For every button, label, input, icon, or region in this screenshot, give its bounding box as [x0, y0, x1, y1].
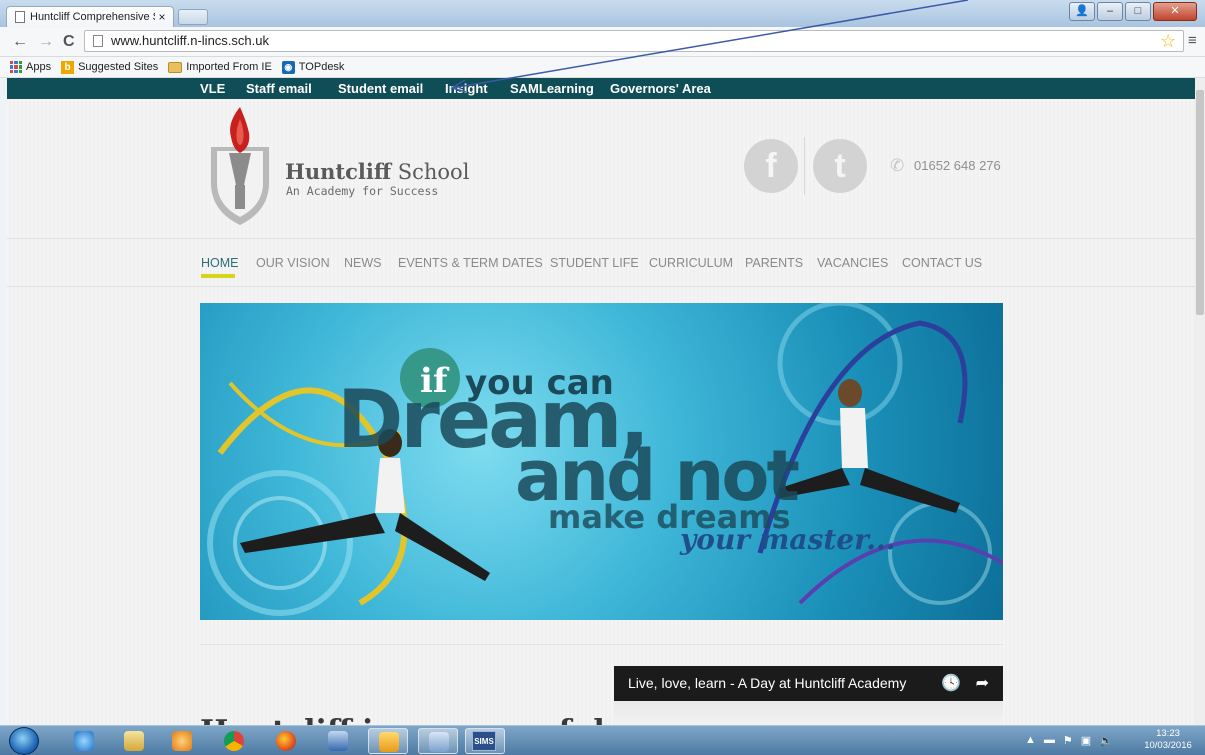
bookmark-suggested-sites[interactable]: b Suggested Sites	[61, 60, 159, 74]
bookmarks-bar: Apps b Suggested Sites Imported From IE …	[0, 57, 1205, 78]
nav-parents[interactable]: PARENTS	[745, 256, 803, 270]
action-center-icon[interactable]: ⚑	[1063, 734, 1073, 747]
bookmark-topdesk[interactable]: ◉ TOPdesk	[281, 60, 345, 74]
website-viewport: VLE Staff email Student email Insight SA…	[7, 78, 1195, 725]
hero-banner[interactable]: if you can Dream, and not make dreams yo…	[200, 303, 1003, 620]
file-explorer-icon[interactable]	[114, 728, 154, 754]
content-divider	[200, 644, 1003, 645]
quick-link-samlearning[interactable]: SAMLearning	[510, 81, 594, 96]
page-scrollbar[interactable]	[1195, 78, 1205, 725]
folder-icon	[168, 61, 183, 73]
tray-notification-icon[interactable]: ▬	[1044, 734, 1055, 747]
browser-title-bar: Huntcliff Comprehensive S × 👤 – □ ✕	[0, 0, 1205, 27]
address-bar[interactable]: www.huntcliff.n-lincs.sch.uk	[84, 30, 1184, 52]
twitter-icon[interactable]: t	[813, 139, 867, 193]
nav-news[interactable]: NEWS	[344, 256, 382, 270]
tray-expand-icon[interactable]: ▲	[1025, 734, 1036, 747]
window-controls: 👤 – □ ✕	[1069, 2, 1197, 21]
quick-link-student-email[interactable]: Student email	[338, 81, 423, 96]
video-title-bar[interactable]: Live, love, learn - A Day at Huntcliff A…	[614, 666, 1003, 701]
school-name[interactable]: Huntcliff School	[285, 159, 469, 184]
network-tray-icon[interactable]: ▣	[1081, 734, 1091, 747]
close-window-button[interactable]: ✕	[1153, 2, 1197, 21]
network-icon[interactable]	[318, 728, 358, 754]
banner-text-your-master: your master...	[680, 523, 896, 556]
quick-link-staff-email[interactable]: Staff email	[246, 81, 312, 96]
users-icon[interactable]	[418, 728, 458, 754]
welcome-heading: Huntcliff is a successful	[200, 714, 605, 725]
bookmark-label: Suggested Sites	[78, 61, 159, 73]
system-clock[interactable]: 13:23 10/03/2016	[1143, 728, 1193, 752]
apps-grid-icon	[10, 61, 22, 73]
minimize-button[interactable]: –	[1097, 2, 1123, 21]
video-player[interactable]	[614, 701, 1003, 725]
clock-date: 10/03/2016	[1144, 740, 1192, 751]
bing-icon: b	[61, 60, 75, 74]
quick-link-vle[interactable]: VLE	[200, 81, 225, 96]
volume-icon[interactable]: 🔈	[1099, 734, 1113, 747]
banner-slogan: if you can Dream, and not make dreams yo…	[200, 303, 1003, 620]
phone-icon: ✆	[890, 156, 905, 175]
bookmark-imported-from-ie[interactable]: Imported From IE	[168, 61, 272, 73]
phone-number[interactable]: 01652 648 276	[914, 158, 1001, 173]
facebook-icon[interactable]: f	[744, 139, 798, 193]
bookmark-label: TOPdesk	[298, 61, 345, 73]
forward-arrow-icon[interactable]: →	[38, 33, 54, 51]
watch-later-clock-icon[interactable]: 🕓	[941, 675, 961, 692]
nav-our-vision[interactable]: OUR VISION	[256, 256, 330, 270]
system-tray: ▲ ▬ ⚑ ▣ 🔈	[1025, 734, 1113, 747]
tab-close-icon[interactable]: ×	[155, 10, 169, 24]
page-icon	[93, 35, 103, 47]
bookmark-label: Imported From IE	[186, 61, 272, 73]
nav-curriculum[interactable]: CURRICULUM	[649, 256, 733, 270]
user-profile-button[interactable]: 👤	[1069, 2, 1095, 21]
active-nav-indicator	[201, 274, 235, 278]
browser-tab[interactable]: Huntcliff Comprehensive S ×	[6, 6, 174, 27]
nav-events-term-dates[interactable]: EVENTS & TERM DATES	[398, 256, 543, 270]
social-divider	[804, 137, 805, 195]
main-navigation: HOME OUR VISION NEWS EVENTS & TERM DATES…	[7, 238, 1195, 287]
nav-contact-us[interactable]: CONTACT US	[902, 256, 982, 270]
bookmark-star-icon[interactable]: ☆	[1160, 31, 1176, 52]
url-text: www.huntcliff.n-lincs.sch.uk	[111, 33, 269, 48]
media-player-icon[interactable]	[162, 728, 202, 754]
bookmark-apps[interactable]: Apps	[10, 61, 51, 73]
bookmark-label: Apps	[26, 61, 52, 73]
page-icon	[15, 11, 25, 23]
clock-time: 13:23	[1156, 728, 1180, 739]
nav-home[interactable]: HOME	[201, 256, 239, 270]
windows-taskbar: SIMS ▲ ▬ ⚑ ▣ 🔈 13:23 10/03/2016	[0, 725, 1205, 755]
nav-vacancies[interactable]: VACANCIES	[817, 256, 888, 270]
quick-links-bar: VLE Staff email Student email Insight SA…	[7, 78, 1195, 99]
nav-student-life[interactable]: STUDENT LIFE	[550, 256, 639, 270]
internet-explorer-icon[interactable]	[64, 728, 104, 754]
chrome-icon[interactable]	[214, 728, 254, 754]
address-toolbar: ← → C www.huntcliff.n-lincs.sch.uk ☆ ≡	[0, 27, 1205, 57]
back-arrow-icon[interactable]: ←	[12, 33, 28, 51]
sims-label: SIMS	[472, 731, 496, 751]
video-title: Live, love, learn - A Day at Huntcliff A…	[628, 675, 907, 691]
browser-menu-icon[interactable]: ≡	[1188, 32, 1197, 49]
quick-link-insight[interactable]: Insight	[445, 81, 488, 96]
site-header: Huntcliff School An Academy for Success …	[7, 99, 1195, 239]
maximize-button[interactable]: □	[1125, 2, 1151, 21]
outlook-icon[interactable]	[368, 728, 408, 754]
tab-title: Huntcliff Comprehensive S	[30, 11, 155, 23]
start-button[interactable]	[9, 727, 39, 755]
topdesk-icon: ◉	[281, 60, 295, 74]
new-tab-button[interactable]	[178, 9, 208, 25]
firefox-icon[interactable]	[266, 728, 306, 754]
scrollbar-thumb[interactable]	[1196, 90, 1204, 315]
school-tagline: An Academy for Success	[286, 184, 439, 198]
school-crest-logo[interactable]	[207, 103, 273, 225]
reload-icon[interactable]: C	[63, 33, 75, 51]
share-arrow-icon[interactable]: ➦	[976, 675, 989, 692]
quick-link-governors-area[interactable]: Governors' Area	[610, 81, 711, 96]
